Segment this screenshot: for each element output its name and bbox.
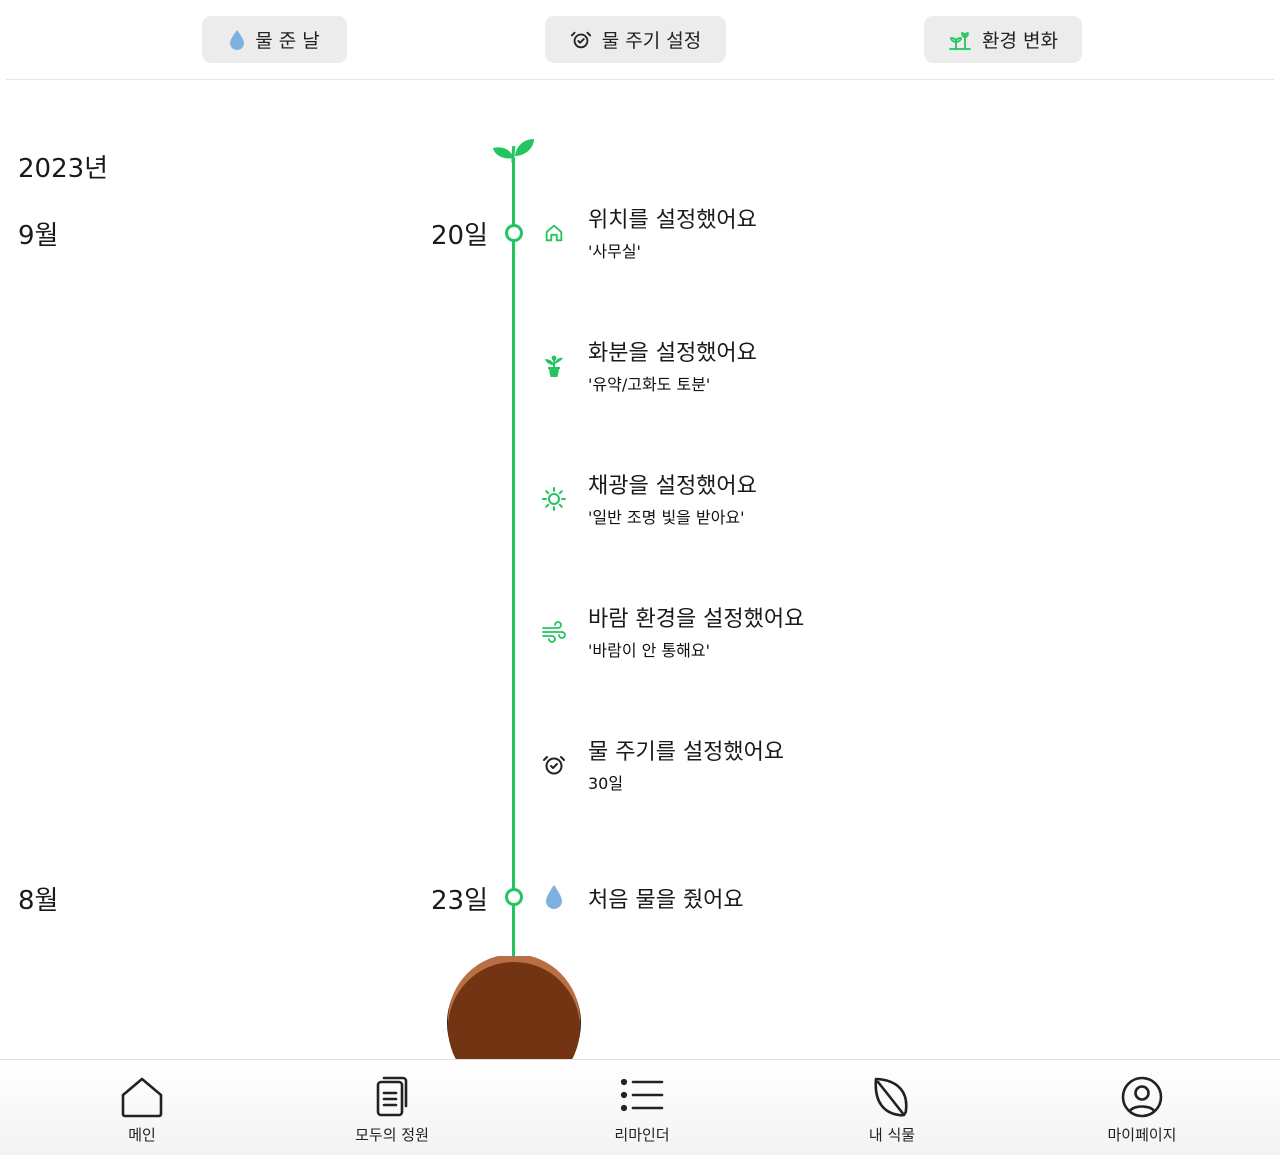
event-title: 물 주기를 설정했어요 [588, 740, 785, 765]
nav-label: 메인 [128, 1126, 156, 1144]
tab-label: 물 준 날 [255, 30, 320, 52]
bottom-navigation: 메인 모두의 정원 리마인더 내 식물 마이페이지 [0, 1059, 1280, 1155]
year-label: 2023년 [18, 154, 109, 184]
event-detail: '일반 조명 빛을 받아요' [588, 508, 745, 527]
nav-label: 리마인더 [614, 1126, 670, 1144]
month-label: 9월 [18, 221, 59, 251]
event-detail: '바람이 안 통해요' [588, 641, 711, 660]
timeline-line [512, 158, 515, 968]
tab-watering-cycle-setting[interactable]: 물 주기 설정 [545, 16, 726, 63]
nav-my-plants[interactable]: 내 식물 [812, 1076, 972, 1145]
nav-main[interactable]: 메인 [62, 1076, 222, 1145]
sun-icon [541, 486, 567, 512]
nav-label: 내 식물 [868, 1126, 916, 1144]
nav-label: 모두의 정원 [355, 1126, 429, 1144]
divider [6, 79, 1274, 80]
event-detail: 30일 [588, 774, 624, 793]
alarm-clock-icon [570, 29, 592, 51]
nav-everyones-garden[interactable]: 모두의 정원 [312, 1076, 472, 1145]
timeline-node [505, 888, 523, 906]
tab-label: 물 주기 설정 [601, 30, 702, 52]
nav-reminder[interactable]: 리마인더 [562, 1076, 722, 1145]
timeline-node [505, 224, 523, 242]
nav-label: 마이페이지 [1107, 1126, 1177, 1144]
list-icon [620, 1078, 664, 1112]
potted-plant-icon [541, 353, 567, 379]
water-drop-icon [541, 884, 567, 910]
top-tab-bar: 물 준 날 물 주기 설정 환경 변화 [0, 0, 1280, 80]
user-circle-icon [1121, 1076, 1163, 1118]
water-drop-icon [229, 29, 245, 51]
event-title: 위치를 설정했어요 [588, 208, 757, 233]
home-icon [541, 220, 567, 246]
tab-label: 환경 변화 [982, 30, 1058, 52]
event-title: 바람 환경을 설정했어요 [588, 607, 805, 632]
sprout-icon [492, 136, 536, 170]
event-title: 처음 물을 줬어요 [588, 888, 744, 913]
sprout-icon [948, 29, 972, 51]
tab-environment-changes[interactable]: 환경 변화 [924, 16, 1082, 63]
home-icon [121, 1077, 163, 1118]
event-detail: '유약/고화도 토분' [588, 375, 711, 394]
leaf-icon [874, 1077, 908, 1117]
day-label: 20일 [430, 221, 488, 251]
document-icon [376, 1076, 408, 1117]
alarm-clock-icon [541, 752, 567, 778]
month-label: 8월 [18, 886, 59, 916]
event-title: 화분을 설정했어요 [588, 341, 757, 366]
tab-watering-days[interactable]: 물 준 날 [202, 16, 347, 63]
wind-icon [541, 619, 567, 645]
day-label: 23일 [430, 886, 488, 916]
nav-my-page[interactable]: 마이페이지 [1062, 1076, 1222, 1145]
event-detail: '사무실' [588, 242, 641, 261]
soil-pot-graphic [447, 954, 581, 1094]
event-title: 채광을 설정했어요 [588, 474, 757, 499]
